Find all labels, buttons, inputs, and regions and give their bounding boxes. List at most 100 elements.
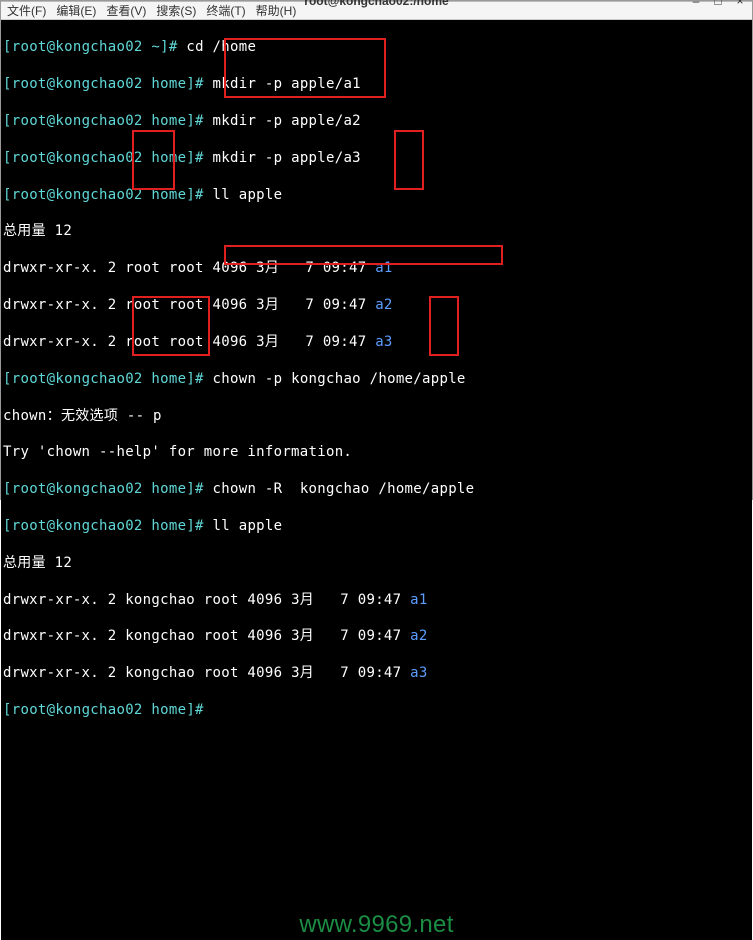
- ls-pre: drwxr-xr-x. 2: [3, 260, 125, 276]
- bracket: ]#: [186, 76, 203, 92]
- prompt-userhost: root@kongchao02: [12, 150, 143, 166]
- prompt-userhost: root@kongchao02: [12, 113, 143, 129]
- dir-name: a2: [410, 628, 427, 644]
- command: mkdir -p apple/a1: [204, 76, 361, 92]
- prompt-userhost: root@kongchao02: [12, 76, 143, 92]
- ls-pre: drwxr-xr-x. 2: [3, 665, 125, 681]
- ls-pre: drwxr-xr-x. 2: [3, 628, 125, 644]
- output-total: 总用量 12: [3, 222, 750, 240]
- list-item: drwxr-xr-x. 2 root root 4096 3月 7 09:47 …: [3, 333, 750, 351]
- prompt-dir: home: [143, 113, 187, 129]
- prompt-dir: home: [143, 150, 187, 166]
- prompt-dir: home: [143, 518, 187, 534]
- ls-tail: root 4096 3月 7 09:47: [195, 665, 410, 681]
- titlebar: root@kongchao02:/home – □ ×: [1, 1, 752, 2]
- prompt-dir: home: [143, 702, 187, 718]
- bracket: [: [3, 39, 12, 55]
- ls-owner: root: [125, 334, 160, 350]
- prompt-userhost: root@kongchao02: [12, 39, 143, 55]
- line: [root@kongchao02 ~]# cd /home: [3, 38, 750, 56]
- menu-terminal[interactable]: 终端(T): [206, 2, 245, 19]
- ls-owner: kongchao: [125, 665, 195, 681]
- prompt-dir: ~: [143, 39, 160, 55]
- close-button[interactable]: ×: [732, 0, 748, 9]
- bracket: ]#: [186, 518, 203, 534]
- prompt-userhost: root@kongchao02: [12, 518, 143, 534]
- ls-pre: drwxr-xr-x. 2: [3, 334, 125, 350]
- bracket: ]#: [186, 150, 203, 166]
- menu-help[interactable]: 帮助(H): [256, 2, 297, 19]
- line: [root@kongchao02 home]#: [3, 701, 750, 719]
- prompt-dir: home: [143, 76, 187, 92]
- command: ll apple: [204, 518, 283, 534]
- prompt-dir: home: [143, 481, 187, 497]
- dir-name: a2: [375, 297, 392, 313]
- terminal-window: root@kongchao02:/home – □ × 文件(F) 编辑(E) …: [0, 0, 753, 500]
- dir-name: a1: [410, 592, 427, 608]
- line: [root@kongchao02 home]# chown -p kongcha…: [3, 370, 750, 388]
- bracket: ]#: [186, 481, 203, 497]
- bracket: ]#: [186, 371, 203, 387]
- command: mkdir -p apple/a2: [204, 113, 361, 129]
- ls-tail: root 4096 3月 7 09:47: [160, 334, 375, 350]
- window-title: root@kongchao02:/home: [304, 0, 448, 8]
- ls-tail: root 4096 3月 7 09:47: [160, 260, 375, 276]
- bracket: ]#: [186, 187, 203, 203]
- line: [root@kongchao02 home]# mkdir -p apple/a…: [3, 112, 750, 130]
- ls-owner: root: [125, 260, 160, 276]
- terminal-body[interactable]: [root@kongchao02 ~]# cd /home [root@kong…: [1, 20, 752, 940]
- command: [204, 702, 213, 718]
- line: [root@kongchao02 home]# mkdir -p apple/a…: [3, 149, 750, 167]
- bracket: [: [3, 371, 12, 387]
- line: [root@kongchao02 home]# chown -R kongcha…: [3, 480, 750, 498]
- minimize-button[interactable]: –: [688, 0, 704, 9]
- bracket: [: [3, 187, 12, 203]
- prompt-userhost: root@kongchao02: [12, 187, 143, 203]
- bracket: [: [3, 76, 12, 92]
- error-line: chown：无效选项 -- p: [3, 407, 750, 425]
- ls-tail: root 4096 3月 7 09:47: [195, 592, 410, 608]
- list-item: drwxr-xr-x. 2 root root 4096 3月 7 09:47 …: [3, 259, 750, 277]
- command: cd /home: [178, 39, 257, 55]
- window-controls: – □ ×: [688, 0, 748, 9]
- line: [root@kongchao02 home]# ll apple: [3, 517, 750, 535]
- ls-tail: root 4096 3月 7 09:47: [195, 628, 410, 644]
- menu-edit[interactable]: 编辑(E): [56, 2, 96, 19]
- error-line: Try 'chown --help' for more information.: [3, 443, 750, 461]
- prompt-userhost: root@kongchao02: [12, 702, 143, 718]
- prompt-userhost: root@kongchao02: [12, 371, 143, 387]
- line: [root@kongchao02 home]# ll apple: [3, 186, 750, 204]
- bracket: ]#: [186, 702, 203, 718]
- list-item: drwxr-xr-x. 2 root root 4096 3月 7 09:47 …: [3, 296, 750, 314]
- ls-owner: root: [125, 297, 160, 313]
- list-item: drwxr-xr-x. 2 kongchao root 4096 3月 7 09…: [3, 627, 750, 645]
- dir-name: a1: [375, 260, 392, 276]
- list-item: drwxr-xr-x. 2 kongchao root 4096 3月 7 09…: [3, 591, 750, 609]
- menu-search[interactable]: 搜索(S): [156, 2, 196, 19]
- bracket: ]#: [160, 39, 177, 55]
- command: mkdir -p apple/a3: [204, 150, 361, 166]
- maximize-button[interactable]: □: [710, 0, 726, 9]
- watermark: www.9969.net: [299, 916, 453, 934]
- menu-file[interactable]: 文件(F): [7, 2, 46, 19]
- dir-name: a3: [375, 334, 392, 350]
- prompt-dir: home: [143, 187, 187, 203]
- line: [root@kongchao02 home]# mkdir -p apple/a…: [3, 75, 750, 93]
- dir-name: a3: [410, 665, 427, 681]
- menu-view[interactable]: 查看(V): [106, 2, 146, 19]
- bracket: [: [3, 150, 12, 166]
- prompt-userhost: root@kongchao02: [12, 481, 143, 497]
- output-total: 总用量 12: [3, 554, 750, 572]
- command: chown -R kongchao /home/apple: [204, 481, 475, 497]
- ls-tail: root 4096 3月 7 09:47: [160, 297, 375, 313]
- prompt-dir: home: [143, 371, 187, 387]
- bracket: ]#: [186, 113, 203, 129]
- bracket: [: [3, 518, 12, 534]
- bracket: [: [3, 481, 12, 497]
- ls-owner: kongchao: [125, 628, 195, 644]
- bracket: [: [3, 702, 12, 718]
- ls-pre: drwxr-xr-x. 2: [3, 592, 125, 608]
- bracket: [: [3, 113, 12, 129]
- ls-owner: kongchao: [125, 592, 195, 608]
- ls-pre: drwxr-xr-x. 2: [3, 297, 125, 313]
